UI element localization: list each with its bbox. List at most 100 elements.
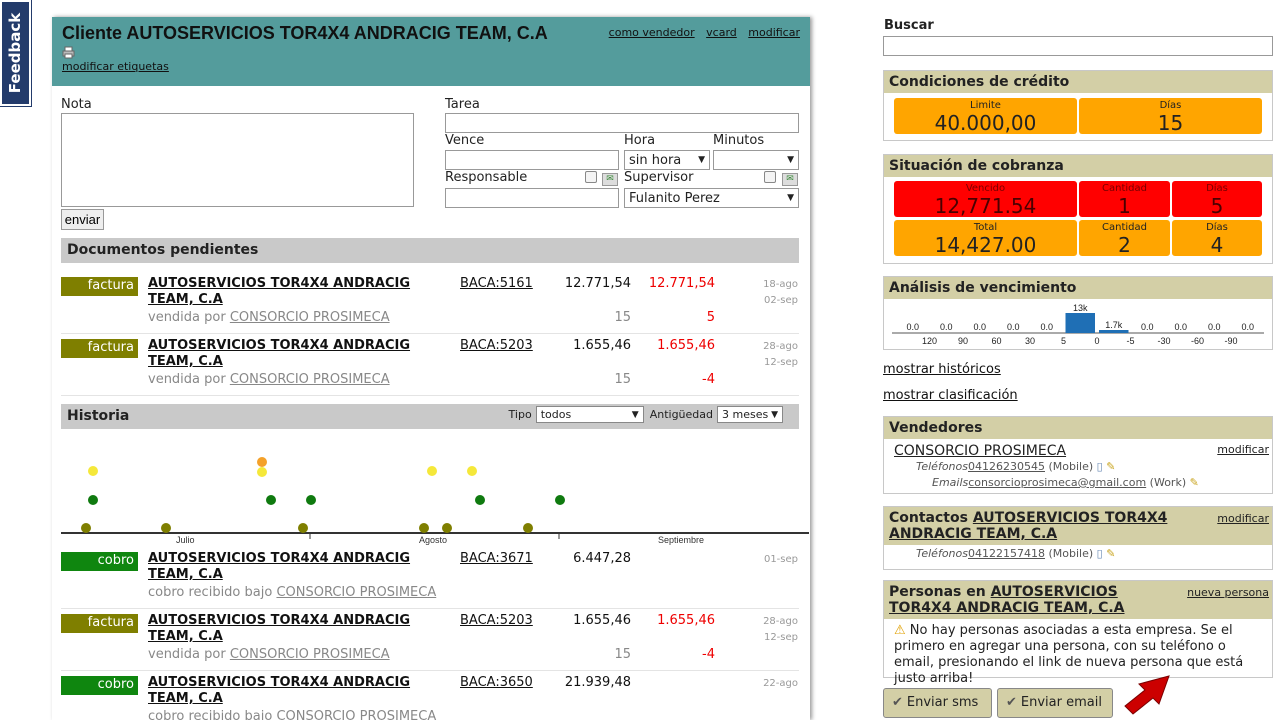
credit-limit-tile: Limite 40.000,00 <box>894 98 1077 134</box>
document-issue-date: 28-ago <box>763 341 798 352</box>
new-person-link[interactable]: nueva persona <box>1187 585 1269 601</box>
collection-panel: Situación de cobranza Vencido 12,771.54 C… <box>883 154 1273 264</box>
supervisor-select[interactable]: Fulanito Perez ▼ <box>624 188 799 208</box>
show-classification-link[interactable]: mostrar clasificación <box>883 388 1018 403</box>
document-amount: 12.771,54 <box>564 276 631 291</box>
overdue-value: 12,771.54 <box>934 194 1037 218</box>
credit-panel: Condiciones de crédito Limite 40.000,00 D… <box>883 70 1273 141</box>
aging-category-label: 120 <box>922 336 937 346</box>
document-issue-date: 22-ago <box>763 678 798 689</box>
document-seller-link[interactable]: CONSORCIO PROSIMECA <box>230 310 390 325</box>
minutes-select[interactable]: ▼ <box>713 150 799 170</box>
show-history-link[interactable]: mostrar históricos <box>883 362 1001 377</box>
supervisor-checkbox[interactable] <box>764 171 776 183</box>
credit-panel-title: Condiciones de crédito <box>884 71 1272 93</box>
document-code-link[interactable]: BACA:5203 <box>460 338 533 353</box>
responsible-checkbox[interactable] <box>585 171 597 183</box>
timeline-event <box>427 466 437 476</box>
seller-email-link[interactable]: consorcioprosimeca@gmail.com <box>968 476 1146 489</box>
document-amount: 21.939,48 <box>564 675 631 690</box>
client-main-panel: Cliente AUTOSERVICIOS TOR4X4 ANDRACIG TE… <box>52 17 810 720</box>
printer-icon[interactable] <box>62 46 800 60</box>
timeline-event <box>419 523 429 533</box>
edit-icon[interactable]: ✎ <box>1106 460 1115 473</box>
document-client-link[interactable]: AUTOSERVICIOS TOR4X4 ANDRACIG TEAM, C.A <box>148 675 453 707</box>
mail-notify-icon[interactable]: ✉ <box>602 173 618 186</box>
document-row: cobro AUTOSERVICIOS TOR4X4 ANDRACIG TEAM,… <box>61 547 799 609</box>
edit-icon[interactable]: ✎ <box>1106 547 1115 560</box>
send-sms-button[interactable]: ✔ Enviar sms <box>883 688 992 718</box>
document-seller-link[interactable]: CONSORCIO PROSIMECA <box>230 372 390 387</box>
aging-category-label: 5 <box>1061 336 1066 346</box>
seller-phones-row: Teléfonos04126230545 (Mobile) ▯ ✎ <box>916 460 1115 473</box>
document-subtitle: vendida por CONSORCIO PROSIMECA <box>148 372 390 387</box>
overdue-count-tile: Cantidad 1 <box>1079 181 1170 217</box>
responsible-input[interactable] <box>445 188 619 208</box>
aging-category-label: 30 <box>1025 336 1035 346</box>
modify-client-link[interactable]: modificar <box>748 26 800 39</box>
document-client-link[interactable]: AUTOSERVICIOS TOR4X4 ANDRACIG TEAM, C.A <box>148 338 453 370</box>
chevron-down-icon: ▼ <box>787 155 794 165</box>
age-filter-value: 3 meses <box>722 408 769 421</box>
document-subtitle: cobro recibido bajo CONSORCIO PROSIMECA <box>148 709 436 720</box>
seller-phone-link[interactable]: 04126230545 <box>968 460 1045 473</box>
mail-notify-icon[interactable]: ✉ <box>782 173 798 186</box>
document-balance: 12.771,54 <box>648 276 715 291</box>
edit-icon[interactable]: ✎ <box>1190 476 1199 489</box>
timeline-event <box>257 457 267 467</box>
send-email-button[interactable]: ✔ Enviar email <box>997 688 1113 718</box>
people-panel: Personas en AUTOSERVICIOS TOR4X4 ANDRACI… <box>883 580 1273 686</box>
document-due-date: 12-sep <box>763 357 798 368</box>
overdue-days-label: Días <box>1206 183 1228 194</box>
note-textarea[interactable] <box>61 113 414 207</box>
age-filter-select[interactable]: 3 meses ▼ <box>717 406 783 423</box>
sellers-panel-title: Vendedores modificar <box>884 417 1272 456</box>
due-date-input[interactable] <box>445 150 619 170</box>
people-panel-title: Personas en AUTOSERVICIOS TOR4X4 ANDRACI… <box>884 581 1272 619</box>
total-count-value: 2 <box>1118 233 1131 257</box>
total-label: Total <box>973 222 998 233</box>
document-code-link[interactable]: BACA:3650 <box>460 675 533 690</box>
document-code-link[interactable]: BACA:3671 <box>460 551 533 566</box>
timeline-event <box>161 523 171 533</box>
aging-category-label: -60 <box>1191 336 1204 346</box>
search-input[interactable] <box>883 36 1273 56</box>
seller-name-link[interactable]: CONSORCIO PROSIMECA <box>894 443 1066 459</box>
document-seller-link[interactable]: CONSORCIO PROSIMECA <box>276 585 436 600</box>
document-code-link[interactable]: BACA:5161 <box>460 276 533 291</box>
document-seller-link[interactable]: CONSORCIO PROSIMECA <box>230 647 390 662</box>
hour-select[interactable]: sin hora ▼ <box>624 150 710 170</box>
total-days-label: Días <box>1206 222 1228 233</box>
chevron-down-icon: ▼ <box>631 409 639 420</box>
as-seller-link[interactable]: como vendedor <box>609 26 695 39</box>
modify-contacts-link[interactable]: modificar <box>1217 511 1269 527</box>
document-client-link[interactable]: AUTOSERVICIOS TOR4X4 ANDRACIG TEAM, C.A <box>148 276 453 308</box>
right-sidebar: Buscar Condiciones de crédito Limite 40.0… <box>883 0 1273 720</box>
check-icon: ✔ <box>892 695 903 710</box>
document-subtitle-prefix: cobro recibido bajo <box>148 709 273 720</box>
send-note-button[interactable]: enviar <box>61 209 104 230</box>
modify-sellers-link[interactable]: modificar <box>1217 443 1269 456</box>
chevron-down-icon: ▼ <box>787 193 794 203</box>
feedback-tab[interactable]: Feedback <box>0 0 31 106</box>
document-code-link[interactable]: BACA:5203 <box>460 613 533 628</box>
email-type: (Work) <box>1149 476 1187 489</box>
modify-tags-link[interactable]: modificar etiquetas <box>62 60 800 73</box>
aging-value-label: 0.0 <box>1174 322 1187 332</box>
type-filter-select[interactable]: todos ▼ <box>535 406 644 423</box>
phone-type: (Mobile) <box>1048 547 1094 560</box>
vcard-link[interactable]: vcard <box>706 26 737 39</box>
contact-phone-link[interactable]: 04122157418 <box>968 547 1045 560</box>
document-subtitle-prefix: vendida por <box>148 372 226 387</box>
aging-category-label: -5 <box>1126 336 1134 346</box>
document-seller-link[interactable]: CONSORCIO PROSIMECA <box>276 709 436 720</box>
task-input[interactable] <box>445 113 799 133</box>
aging-value-label: 0.0 <box>1208 322 1221 332</box>
aging-value-label: 0.0 <box>1241 322 1254 332</box>
document-client-link[interactable]: AUTOSERVICIOS TOR4X4 ANDRACIG TEAM, C.A <box>148 613 453 645</box>
document-amount: 6.447,28 <box>573 551 631 566</box>
history-header: Historia Tipo todos ▼ Antigüedad 3 meses ▼ <box>61 404 799 429</box>
timeline-event <box>467 466 477 476</box>
search-label: Buscar <box>884 18 934 33</box>
document-client-link[interactable]: AUTOSERVICIOS TOR4X4 ANDRACIG TEAM, C.A <box>148 551 453 583</box>
